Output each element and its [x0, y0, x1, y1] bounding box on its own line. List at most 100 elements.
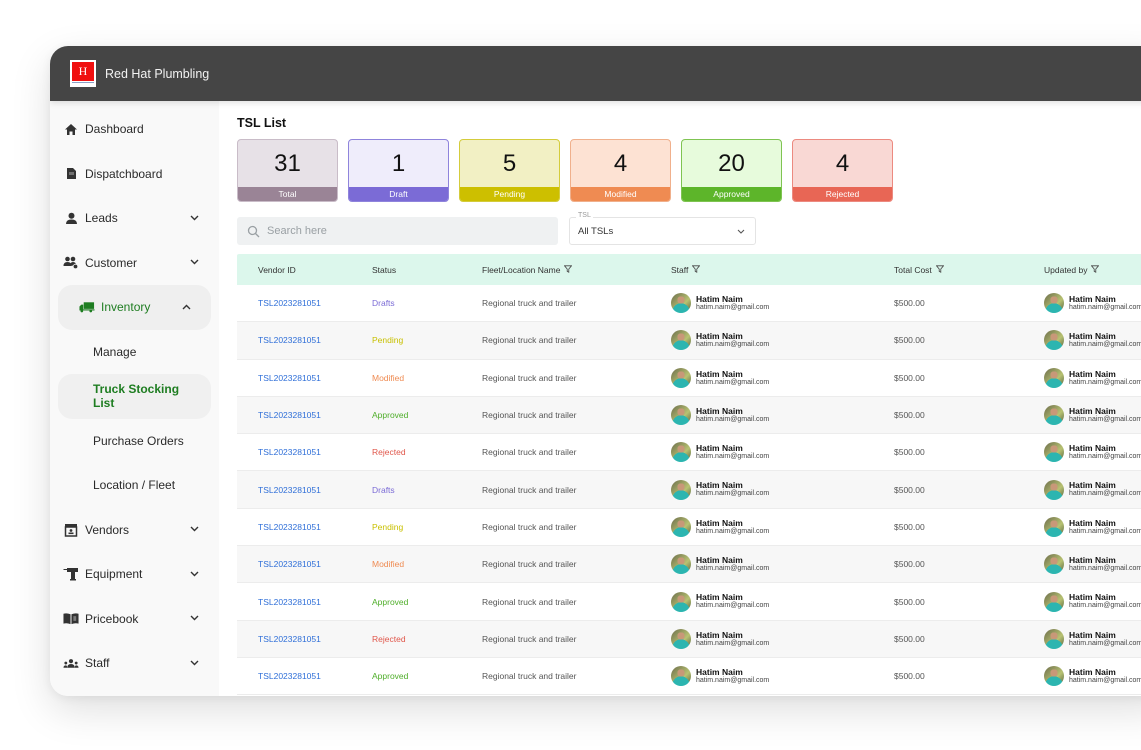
column-header-label: Vendor ID [258, 264, 296, 275]
sidebar-item-label: Pricebook [85, 611, 139, 626]
status-card-draft[interactable]: 1 Draft [348, 139, 449, 202]
chevron-down-icon[interactable] [189, 257, 199, 268]
total-cost: $500.00 [894, 596, 925, 607]
staff-email: hatim.naim@gmail.com [696, 490, 770, 498]
sidebar-item-equipment[interactable]: Equipment [50, 552, 219, 597]
sidebar-item-customer[interactable]: Customer [50, 241, 219, 286]
chevron-down-icon[interactable] [189, 524, 199, 535]
column-header-label: Total Cost [894, 264, 932, 275]
search-input[interactable]: Search here [237, 217, 558, 245]
status-card-total[interactable]: 31 Total [237, 139, 338, 202]
status-text: Drafts [372, 484, 395, 495]
table-row[interactable]: TSL2023281051 Rejected Regional truck and … [237, 620, 1141, 658]
chevron-down-icon[interactable] [189, 213, 199, 224]
filter-icon[interactable] [1091, 264, 1100, 275]
table-row[interactable]: TSL2023281051 Pending Regional truck and t… [237, 322, 1141, 360]
search-icon [247, 225, 260, 237]
status-card-rejected[interactable]: 4 Rejected [792, 139, 893, 202]
updated-by-email: hatim.naim@gmail.com [1069, 303, 1141, 311]
tsl-filter-select[interactable]: TSL All TSLs [569, 212, 756, 245]
vendor-id-link[interactable]: TSL2023281051 [258, 447, 321, 457]
total-cost: $500.00 [894, 447, 925, 458]
status-text: Drafts [372, 298, 395, 309]
status-text: Rejected [372, 447, 406, 458]
chevron-up-icon[interactable] [181, 302, 191, 313]
table-row[interactable]: TSL2023281051 Modified Regional truck and … [237, 546, 1141, 584]
sidebar-item-dashboard[interactable]: Dashboard [50, 107, 219, 152]
sidebar-item-pricebook[interactable]: Pricebook [50, 597, 219, 642]
avatar [1044, 442, 1064, 463]
filter-icon[interactable] [935, 264, 945, 275]
table-row[interactable]: TSL2023281051 Pending Regional truck and t… [237, 508, 1141, 547]
updated-by-email: hatim.naim@gmail.com [1069, 490, 1141, 498]
chevron-down-icon[interactable] [189, 658, 199, 669]
table-row[interactable]: TSL2023281051 Drafts Regional truck and tr… [237, 285, 1141, 323]
staff-name: Hatim Naim [696, 480, 743, 491]
sidebar-item-label: Manage [93, 344, 137, 359]
sidebar-item-vendors[interactable]: Vendors [50, 508, 219, 553]
table-row[interactable]: TSL2023281051 Approved Regional truck and … [237, 657, 1141, 696]
avatar [1044, 591, 1064, 612]
avatar [671, 628, 691, 649]
vendor-id-link[interactable]: TSL2023281051 [258, 298, 321, 308]
drill-icon [63, 567, 79, 581]
updated-by-email: hatim.naim@gmail.com [1069, 676, 1141, 684]
table-row[interactable]: TSL2023281051 Rejected Regional truck and … [237, 434, 1141, 472]
status-card-approved[interactable]: 20 Approved [681, 139, 782, 202]
vendor-id-link[interactable]: TSL2023281051 [258, 522, 321, 532]
avatar [1044, 516, 1064, 537]
column-header-label: Fleet/Location Name [482, 264, 561, 275]
sidebar-subitem-manage[interactable]: Manage [58, 330, 211, 375]
status-card-modified[interactable]: 4 Modified [570, 139, 671, 202]
column-header-label: Staff [671, 264, 689, 275]
sidebar-item-label: Staff [85, 656, 110, 671]
vendor-id-link[interactable]: TSL2023281051 [258, 634, 321, 644]
status-card-count: 20 [718, 149, 745, 177]
staff-name: Hatim Naim [696, 517, 743, 528]
status-card-count: 1 [391, 149, 406, 177]
staff-name: Hatim Naim [696, 592, 743, 603]
column-header-status[interactable]: Status [372, 265, 482, 275]
column-header-label: Updated by [1044, 264, 1088, 275]
table-row[interactable]: TSL2023281051 Modified Regional truck and … [237, 359, 1141, 397]
status-card-pending[interactable]: 5 Pending [459, 139, 560, 202]
column-header-fleet-location-name[interactable]: Fleet/Location Name [482, 265, 671, 275]
sidebar-item-label: Location / Fleet [93, 478, 176, 493]
vendor-id-link[interactable]: TSL2023281051 [258, 335, 321, 345]
column-header-label: Status [372, 264, 397, 275]
table-row[interactable]: TSL2023281051 Approved Regional truck and … [237, 583, 1141, 621]
sidebar-subitem-location-fleet[interactable]: Location / Fleet [58, 463, 211, 508]
column-header-staff[interactable]: Staff [671, 265, 894, 275]
table-body: TSL2023281051 Drafts Regional truck and tr… [237, 285, 1141, 696]
chevron-down-icon[interactable] [189, 569, 199, 580]
table-row[interactable]: TSL2023281051 Approved Regional truck and … [237, 396, 1141, 435]
vendor-id-link[interactable]: TSL2023281051 [258, 373, 321, 383]
vendor-id-link[interactable]: TSL2023281051 [258, 559, 321, 569]
chevron-down-icon[interactable] [189, 613, 199, 624]
vendor-id-link[interactable]: TSL2023281051 [258, 410, 321, 420]
sidebar-item-label: Dashboard [85, 122, 144, 137]
staff-email: hatim.naim@gmail.com [696, 341, 770, 349]
sidebar-item-leads[interactable]: Leads [50, 196, 219, 241]
filter-icon[interactable] [691, 264, 701, 275]
brand-logo[interactable]: H [70, 60, 96, 87]
table-row[interactable]: TSL2023281051 Drafts Regional truck and tr… [237, 471, 1141, 509]
column-header-updated-by[interactable]: Updated by [1044, 265, 1141, 275]
sidebar-subitem-purchase-orders[interactable]: Purchase Orders [58, 419, 211, 464]
fleet-location-name: Regional truck and trailer [482, 484, 577, 495]
vendor-id-link[interactable]: TSL2023281051 [258, 671, 321, 681]
sidebar-subitem-truck-stocking-list[interactable]: Truck Stocking List [58, 374, 211, 419]
vendor-id-link[interactable]: TSL2023281051 [258, 597, 321, 607]
sidebar-item-staff[interactable]: Staff [50, 641, 219, 686]
sidebar-item-dispatchboard[interactable]: Dispatchboard [50, 152, 219, 197]
logo-glyph: H [72, 62, 94, 81]
filter-icon[interactable] [564, 264, 573, 275]
sidebar-item-inventory[interactable]: Inventory [58, 285, 211, 330]
status-text: Pending [372, 335, 404, 346]
column-header-total-cost[interactable]: Total Cost [894, 265, 1044, 275]
column-header-vendor-id[interactable]: Vendor ID [237, 265, 372, 275]
status-text: Modified [372, 559, 405, 570]
updated-by-email: hatim.naim@gmail.com [1069, 527, 1141, 535]
updated-by-name: Hatim Naim [1069, 592, 1116, 603]
vendor-id-link[interactable]: TSL2023281051 [258, 485, 321, 495]
